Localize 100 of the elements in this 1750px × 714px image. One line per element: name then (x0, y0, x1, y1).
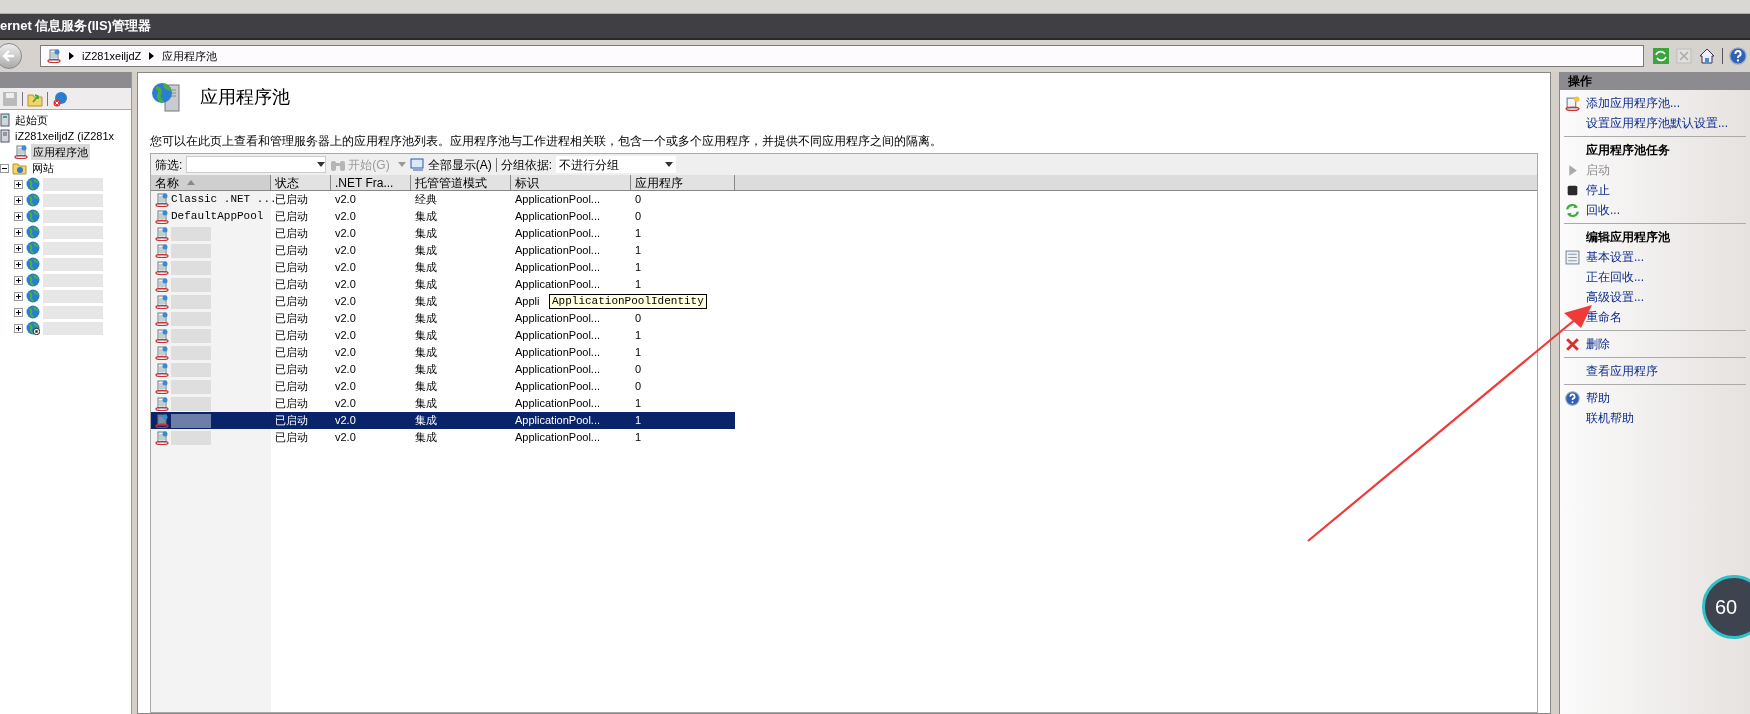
recycle-icon (1564, 202, 1580, 218)
action-link[interactable]: 删除 (1586, 335, 1610, 353)
expander-box[interactable] (14, 211, 23, 221)
expander-box[interactable] (14, 259, 23, 269)
table-cell-text: ApplicationPool... (515, 277, 600, 293)
table-row[interactable]: Classic .NET ...已启动 v2.0 经典 ApplicationPool... 0 (151, 191, 735, 208)
action-link[interactable]: 高级设置... (1586, 288, 1644, 306)
table-cell-text: 已启动 (275, 379, 308, 395)
table-cell-text: 集成 (415, 362, 437, 378)
breadcrumb[interactable]: iZ281xeiljdZ (82, 47, 142, 65)
table-cell-text: v2.0 (335, 243, 356, 259)
filter-field[interactable] (186, 156, 327, 173)
table-row[interactable]: 已启动 v2.0 集成 ApplicationPool... 1 (151, 429, 735, 446)
column-header[interactable]: 状态 (271, 175, 331, 190)
column-header[interactable]: .NET Fra... (331, 175, 411, 190)
table-cell-text: 1 (635, 260, 642, 276)
expander-box[interactable] (14, 179, 23, 189)
table-cell-text: 已启动 (275, 328, 308, 344)
table-cell-text: 已启动 (275, 277, 308, 293)
expander-box[interactable] (14, 323, 23, 333)
settings-sheet-icon (1564, 249, 1580, 265)
table-row[interactable]: 已启动 v2.0 集成 ApplicationPool... 1 (151, 259, 735, 276)
column-header[interactable]: 应用程序 (631, 175, 735, 190)
table-cell-text: 集成 (415, 311, 437, 327)
table-cell-text: 集成 (415, 413, 437, 429)
table-cell-text: 已启动 (275, 260, 308, 276)
table-cell-text: v2.0 (335, 277, 356, 293)
table-cell-text: 1 (635, 430, 642, 446)
table-cell-text: 集成 (415, 294, 437, 310)
table-row[interactable]: 已启动 v2.0 集成 ApplicationPool... 0 (151, 310, 735, 327)
tree-item[interactable]: 应用程序池 (31, 143, 90, 161)
table-cell-text: v2.0 (335, 192, 356, 208)
server-icon (0, 129, 10, 143)
action-link[interactable]: 帮助 (1586, 389, 1610, 407)
app-pool-icon (14, 145, 28, 159)
action-link[interactable]: 停止 (1586, 181, 1610, 199)
table-cell-text: 集成 (415, 345, 437, 361)
page-title: 应用程序池 (200, 85, 290, 109)
sort-arrow-icon (187, 180, 195, 185)
table-cell-text: 已启动 (275, 396, 308, 412)
expander-box[interactable] (0, 163, 9, 173)
action-link[interactable]: 查看应用程序 (1586, 362, 1658, 380)
action-link[interactable]: 联机帮助 (1586, 409, 1634, 427)
table-cell-text: 1 (635, 345, 642, 361)
action-link[interactable]: 回收... (1586, 201, 1620, 219)
table-cell-text: ApplicationPool... (515, 345, 600, 361)
table-row[interactable]: 已启动 v2.0 集成 ApplicationPool... 1 (151, 395, 735, 412)
expander-box[interactable] (14, 291, 23, 301)
actions-title: 操作 (1568, 73, 1592, 90)
group-by-dropdown[interactable]: 不进行分组 (556, 156, 676, 173)
table-cell-text: 集成 (415, 243, 437, 259)
app-pool-icon (155, 294, 169, 309)
table-row[interactable]: 已启动 v2.0 集成 ApplicationPool... 1 (151, 225, 735, 242)
app-pool-icon (155, 277, 169, 292)
toolbar-button[interactable]: 全部显示(A) (409, 155, 492, 174)
column-header[interactable]: 名称 (151, 175, 271, 190)
table-row[interactable]: 已启动 v2.0 集成 ApplicationPool... 1 (151, 327, 735, 344)
table-cell-text: Appli (515, 294, 540, 310)
help-icon[interactable] (1729, 47, 1747, 65)
expander-box[interactable] (14, 243, 23, 253)
table-cell-text: ApplicationPool... (515, 311, 600, 327)
expander-box[interactable] (14, 307, 23, 317)
action-link[interactable]: 设置应用程序池默认设置... (1586, 114, 1728, 132)
action-link[interactable]: 重命名 (1586, 308, 1622, 326)
column-header[interactable]: 标识 (511, 175, 631, 190)
table-cell-text: 集成 (415, 226, 437, 242)
address-field[interactable]: iZ281xeiljdZ 应用程序池 (40, 45, 1644, 67)
home-icon[interactable] (1698, 47, 1716, 65)
action-link[interactable]: 正在回收... (1586, 268, 1644, 286)
table-cell-text: 集成 (415, 260, 437, 276)
back-button[interactable] (0, 43, 22, 69)
table-row[interactable]: DefaultAppPool 已启动 v2.0 集成 ApplicationPool... 0 (151, 208, 735, 225)
tree-item[interactable]: 网站 (30, 159, 56, 177)
tree-item[interactable]: iZ281xeiljdZ (iZ281x (13, 127, 117, 145)
table-cell-text: 1 (635, 243, 642, 259)
table-cell-text: 集成 (415, 379, 437, 395)
breadcrumb[interactable]: 应用程序池 (162, 47, 218, 65)
table-row[interactable]: 已启动 v2.0 集成 ApplicationPool... 0 (151, 361, 735, 378)
table-row[interactable]: 已启动 v2.0 集成 ApplicationPool... 1 (151, 276, 735, 293)
table-cell-text: 已启动 (275, 345, 308, 361)
table-cell-text: v2.0 (335, 362, 356, 378)
disconnect-globe-icon[interactable] (52, 90, 70, 107)
tooltip: ApplicationPoolIdentity (549, 294, 707, 309)
action-link[interactable]: 基本设置... (1586, 248, 1644, 266)
refresh-icon[interactable] (1652, 47, 1670, 65)
table-row[interactable]: 已启动 v2.0 集成 ApplicationPool... 1 (151, 412, 735, 429)
table-cell-text: v2.0 (335, 226, 356, 242)
table-row[interactable]: 已启动 v2.0 集成 ApplicationPool... 1 (151, 344, 735, 361)
table-row[interactable]: 已启动 v2.0 集成 ApplicationPool... 0 (151, 378, 735, 395)
expander-box[interactable] (14, 227, 23, 237)
expander-box[interactable] (14, 195, 23, 205)
tree-item[interactable]: 起始页 (13, 111, 50, 129)
app-pool-icon (155, 192, 169, 207)
table-cell-text: v2.0 (335, 328, 356, 344)
expander-box[interactable] (14, 275, 23, 285)
column-header[interactable]: 托管管道模式 (411, 175, 511, 190)
table-row[interactable]: 已启动 v2.0 集成 ApplicationPool... 1 (151, 242, 735, 259)
table-cell-text: 集成 (415, 328, 437, 344)
action-link[interactable]: 添加应用程序池... (1586, 94, 1680, 112)
dropdown-caret-icon (317, 162, 326, 167)
